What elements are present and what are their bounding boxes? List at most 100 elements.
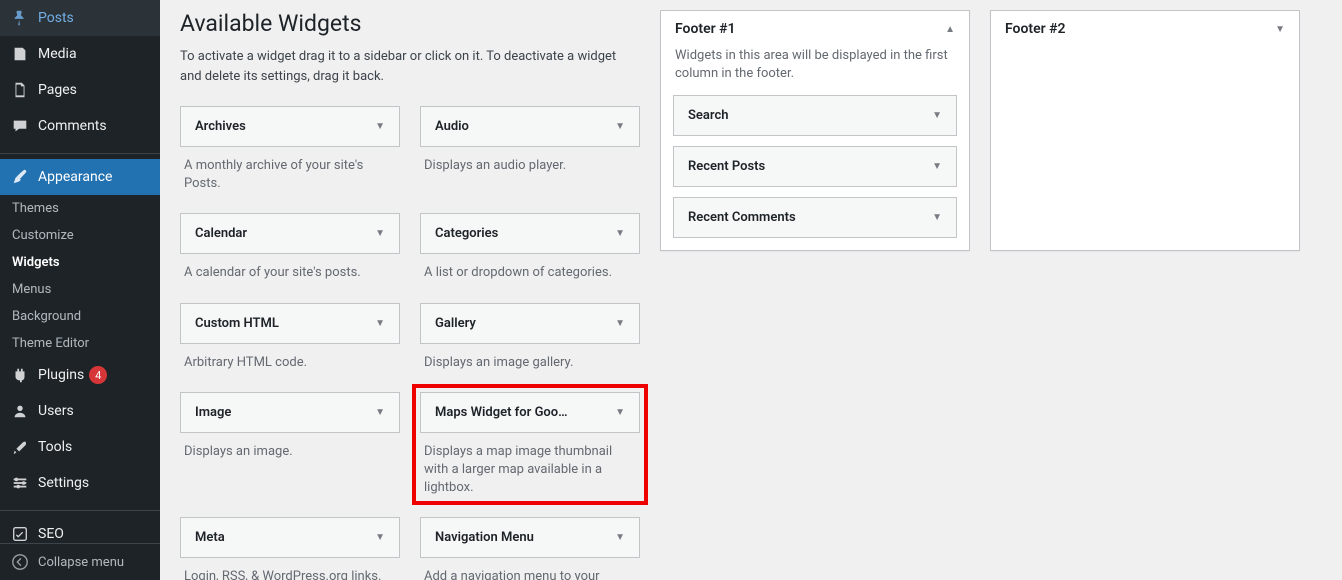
chevron-down-icon: ▼: [615, 228, 625, 239]
menu-appearance[interactable]: Appearance: [0, 159, 160, 195]
widget-description: A calendar of your site's posts.: [180, 254, 400, 282]
menu-label: SEO: [38, 526, 64, 542]
widget-description: Displays an audio player.: [420, 147, 640, 175]
widget-archives[interactable]: Archives ▼: [180, 106, 400, 147]
chevron-down-icon: ▼: [615, 532, 625, 543]
widget-description: Displays a map image thumbnail with a la…: [420, 433, 640, 498]
chevron-down-icon: ▼: [375, 318, 385, 329]
widget-label: Image: [195, 405, 231, 420]
brush-icon: [10, 167, 30, 187]
widget-label: Meta: [195, 530, 225, 545]
menu-label: Posts: [38, 10, 74, 26]
widget-cell: Image ▼ Displays an image.: [180, 392, 400, 498]
widget-description: Add a navigation menu to your sidebar.: [420, 558, 640, 580]
chevron-down-icon: ▼: [375, 121, 385, 132]
widget-gallery[interactable]: Gallery ▼: [420, 303, 640, 344]
menu-media[interactable]: Media: [0, 36, 160, 72]
seo-icon: [10, 524, 30, 544]
area-title: Footer #2: [1005, 21, 1066, 37]
widget-description: A monthly archive of your site's Posts.: [180, 147, 400, 193]
wrench-icon: [10, 437, 30, 457]
widget-area-footer-1: Footer #1 ▲ Widgets in this area will be…: [660, 10, 970, 251]
chevron-down-icon: ▼: [1275, 24, 1285, 35]
placed-widget-search[interactable]: Search ▼: [673, 95, 957, 136]
chevron-down-icon: ▼: [615, 121, 625, 132]
area-header[interactable]: Footer #2 ▼: [991, 11, 1299, 47]
menu-plugins[interactable]: Plugins 4: [0, 357, 160, 393]
area-header[interactable]: Footer #1 ▲: [661, 11, 969, 47]
menu-label: Settings: [38, 475, 89, 491]
submenu-menus[interactable]: Menus: [0, 276, 160, 303]
widget-custom-html[interactable]: Custom HTML ▼: [180, 303, 400, 344]
placed-widget-recent-posts[interactable]: Recent Posts ▼: [673, 146, 957, 187]
collapse-icon: [10, 552, 30, 572]
widget-image[interactable]: Image ▼: [180, 392, 400, 433]
chevron-down-icon: ▼: [615, 318, 625, 329]
menu-separator: [0, 149, 160, 154]
submenu-background[interactable]: Background: [0, 303, 160, 330]
widget-description: A list or dropdown of categories.: [420, 254, 640, 282]
menu-label: Comments: [38, 118, 107, 134]
menu-label: Pages: [38, 82, 77, 98]
chevron-down-icon: ▼: [932, 161, 942, 172]
chevron-down-icon: ▼: [932, 212, 942, 223]
menu-comments[interactable]: Comments: [0, 108, 160, 144]
widget-label: Categories: [435, 226, 498, 241]
widget-description: Displays an image.: [180, 433, 400, 461]
menu-settings[interactable]: Settings: [0, 465, 160, 501]
pin-icon: [10, 8, 30, 28]
widget-maps-widget-for-goo-[interactable]: Maps Widget for Goo… ▼: [420, 392, 640, 433]
menu-label: Tools: [38, 439, 72, 455]
widget-label: Gallery: [435, 316, 476, 331]
menu-pages[interactable]: Pages: [0, 72, 160, 108]
chevron-down-icon: ▼: [375, 228, 385, 239]
widget-label: Custom HTML: [195, 316, 279, 331]
widget-label: Maps Widget for Goo…: [435, 405, 568, 420]
widget-navigation-menu[interactable]: Navigation Menu ▼: [420, 517, 640, 558]
area-title: Footer #1: [675, 21, 736, 37]
widget-audio[interactable]: Audio ▼: [420, 106, 640, 147]
submenu-theme-editor[interactable]: Theme Editor: [0, 330, 160, 357]
menu-separator: [0, 506, 160, 511]
widget-areas: Footer #1 ▲ Widgets in this area will be…: [660, 10, 1322, 570]
menu-tools[interactable]: Tools: [0, 429, 160, 465]
menu-label: Users: [38, 403, 74, 419]
widget-cell: Audio ▼ Displays an audio player.: [420, 106, 640, 193]
chevron-down-icon: ▼: [375, 532, 385, 543]
main-content: Available Widgets To activate a widget d…: [160, 0, 1342, 580]
widget-calendar[interactable]: Calendar ▼: [180, 213, 400, 254]
menu-label: Plugins: [38, 367, 84, 383]
collapse-label: Collapse menu: [38, 555, 124, 570]
widget-cell: Calendar ▼ A calendar of your site's pos…: [180, 213, 400, 282]
widget-label: Recent Comments: [688, 210, 796, 225]
update-badge: 4: [89, 366, 107, 384]
widget-label: Recent Posts: [688, 159, 765, 174]
page-icon: [10, 80, 30, 100]
settings-icon: [10, 473, 30, 493]
comment-icon: [10, 116, 30, 136]
widget-label: Archives: [195, 119, 246, 134]
widget-meta[interactable]: Meta ▼: [180, 517, 400, 558]
widget-label: Calendar: [195, 226, 247, 241]
user-icon: [10, 401, 30, 421]
widget-label: Audio: [435, 119, 469, 134]
collapse-menu-button[interactable]: Collapse menu: [0, 543, 160, 580]
submenu-widgets[interactable]: Widgets: [0, 249, 160, 276]
widget-description: Arbitrary HTML code.: [180, 344, 400, 372]
submenu-customize[interactable]: Customize: [0, 222, 160, 249]
plugin-icon: [10, 365, 30, 385]
chevron-up-icon: ▲: [945, 24, 955, 35]
menu-users[interactable]: Users: [0, 393, 160, 429]
widget-categories[interactable]: Categories ▼: [420, 213, 640, 254]
submenu-themes[interactable]: Themes: [0, 195, 160, 222]
widget-label: Navigation Menu: [435, 530, 534, 545]
widget-cell: Custom HTML ▼ Arbitrary HTML code.: [180, 303, 400, 372]
widget-description: Login, RSS, & WordPress.org links.: [180, 558, 400, 580]
widget-cell: Gallery ▼ Displays an image gallery.: [420, 303, 640, 372]
menu-posts[interactable]: Posts: [0, 0, 160, 36]
widget-area-footer-2: Footer #2 ▼: [990, 10, 1300, 251]
widget-cell: Categories ▼ A list or dropdown of categ…: [420, 213, 640, 282]
placed-widget-recent-comments[interactable]: Recent Comments ▼: [673, 197, 957, 238]
widget-description: Displays an image gallery.: [420, 344, 640, 372]
menu-label: Appearance: [38, 169, 112, 185]
